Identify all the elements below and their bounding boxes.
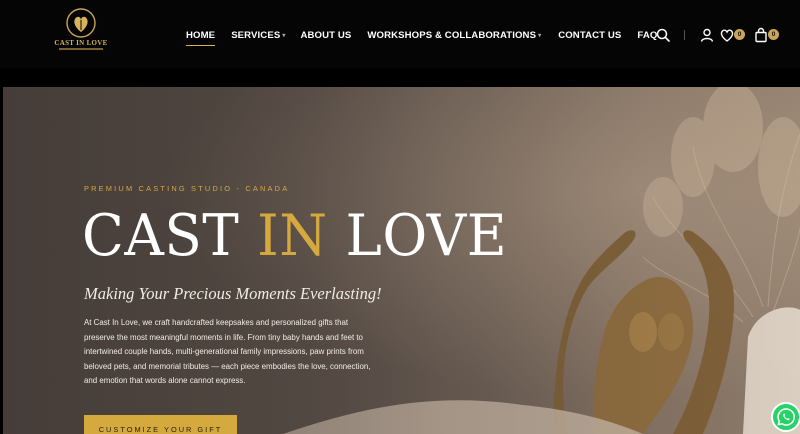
bag-icon[interactable] (753, 27, 769, 43)
brand-logo[interactable]: CAST IN LOVE (54, 8, 108, 58)
chevron-down-icon: ▾ (282, 32, 286, 39)
whatsapp-icon (777, 408, 795, 426)
customize-gift-button[interactable]: CUSTOMIZE YOUR GIFT (84, 415, 237, 434)
nav-workshops-label: WORKSHOPS & COLLABORATIONS (367, 29, 537, 41)
wishlist-count-badge: 0 (734, 29, 745, 40)
main-nav: HOME SERVICES ▾ ABOUT US WORKSHOPS & COLL… (186, 29, 657, 46)
hero-subtitle: Making Your Precious Moments Everlasting… (84, 284, 382, 303)
whatsapp-button[interactable] (771, 402, 800, 432)
search-icon[interactable] (655, 27, 671, 43)
chevron-down-icon: ▾ (538, 32, 542, 39)
nav-contact-label: CONTACT US (558, 29, 622, 41)
user-icon[interactable] (699, 27, 715, 43)
brand-tagline-line (59, 48, 103, 50)
nav-home[interactable]: HOME (186, 29, 216, 46)
header-divider (684, 30, 685, 40)
hero-section: PREMIUM CASTING STUDIO - CANADA CAST IN … (3, 87, 800, 434)
nav-contact-us[interactable]: CONTACT US (558, 30, 621, 41)
hero-title: CAST IN LOVE (82, 200, 507, 272)
nav-services-label: SERVICES (231, 29, 281, 41)
hero-title-part3: LOVE (327, 203, 508, 269)
nav-workshops[interactable]: WORKSHOPS & COLLABORATIONS ▾ (367, 30, 541, 41)
hero-title-part1: CAST (82, 203, 258, 269)
brand-name: CAST IN LOVE (54, 39, 108, 47)
nav-about-us[interactable]: ABOUT US (300, 30, 351, 41)
header-actions: 0 0 (655, 27, 785, 43)
heart-icon[interactable] (719, 27, 735, 43)
nav-services[interactable]: SERVICES ▾ (231, 30, 285, 41)
hero-description: At Cast In Love, we craft handcrafted ke… (84, 318, 371, 385)
site-header: CAST IN LOVE HOME SERVICES ▾ ABOUT US WOR… (0, 0, 800, 68)
cart-count-badge: 0 (768, 29, 779, 40)
nav-about-label: ABOUT US (300, 29, 352, 41)
hero-eyebrow: PREMIUM CASTING STUDIO - CANADA (84, 184, 290, 193)
hero-title-accent: IN (257, 203, 328, 269)
nav-home-label: HOME (186, 29, 216, 41)
logo-heart-hands-icon (66, 8, 96, 38)
